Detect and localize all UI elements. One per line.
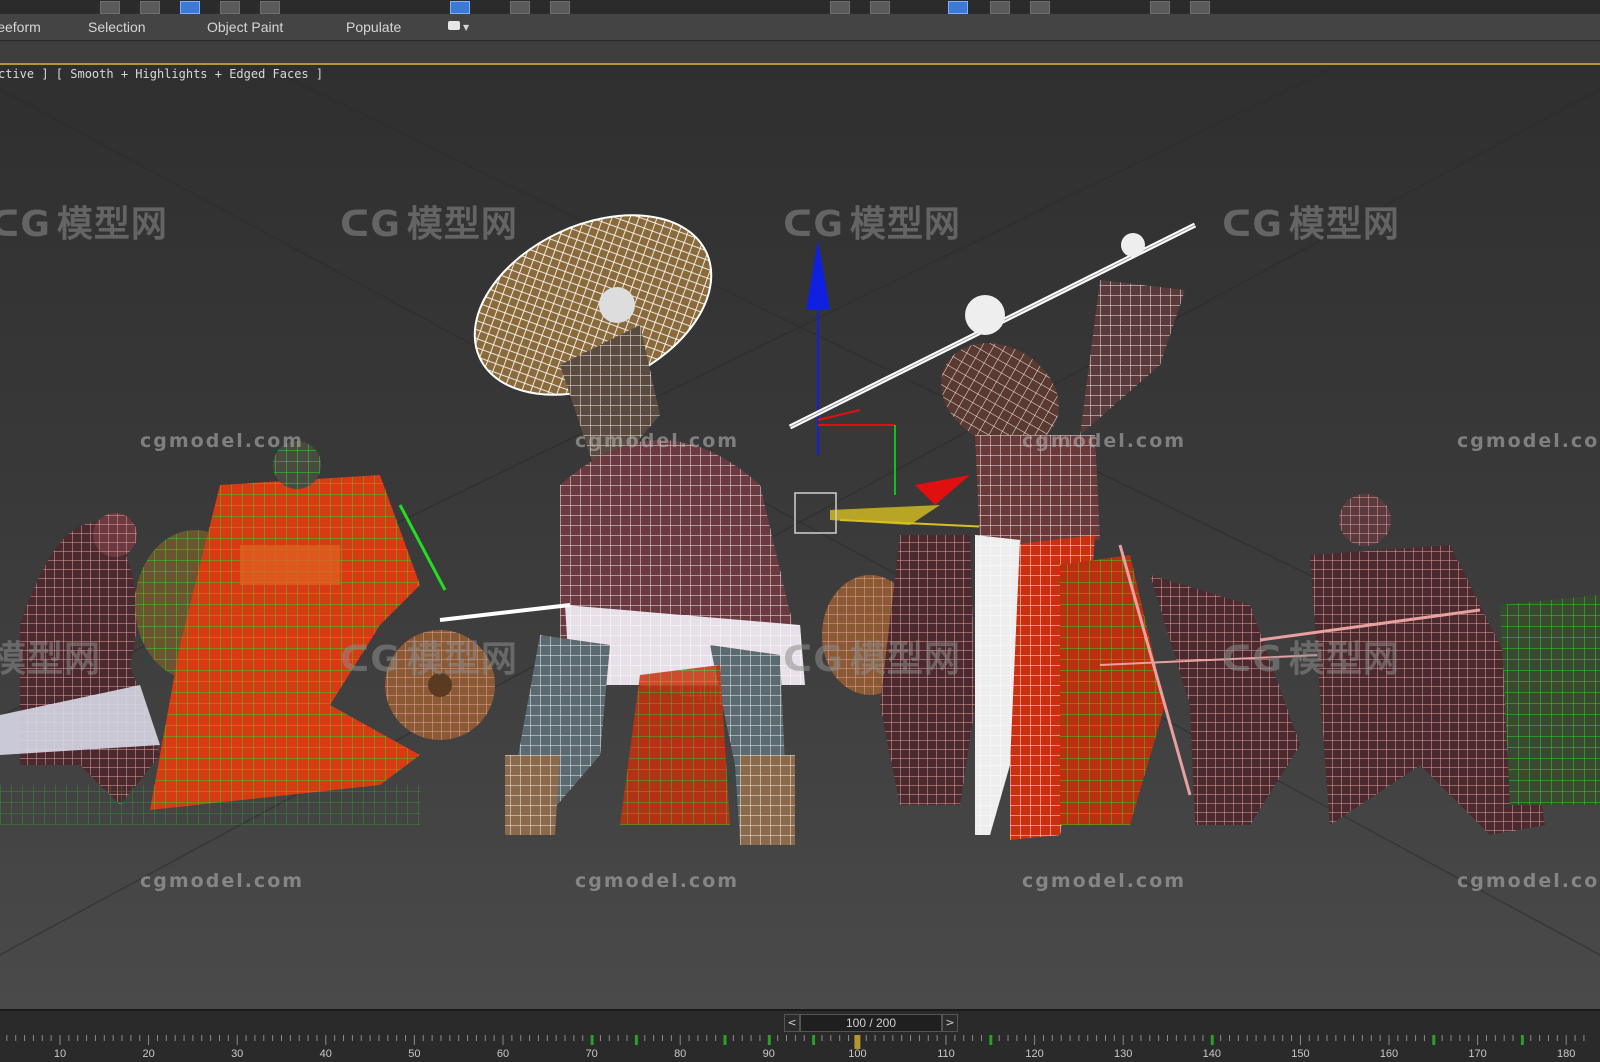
keyframe-marker[interactable] [1432,1035,1436,1045]
time-slider[interactable]: < 100 / 200 > [784,1014,958,1032]
timeline-tick-label: 70 [585,1048,597,1060]
watermark-url: cgmodel.com [575,430,740,452]
general-figure-green [135,441,447,810]
main-toolbar [0,0,1600,15]
tab-freeform[interactable]: Freeform [0,19,41,35]
select-scale-icon[interactable] [550,1,570,14]
watermark-logo: ᑕG 模型网 [1222,639,1400,680]
timeline-ruler[interactable]: 10 20 30 40 50 60 70 80 90 100 110 120 130 140 150 160 1… [0,1035,1600,1060]
timeline-tick-label: 90 [763,1048,775,1060]
keyframe-marker[interactable] [723,1035,727,1045]
select-move-icon[interactable] [450,1,470,14]
timeline-tick-label: 20 [142,1048,154,1060]
cg-logo-icon: ᑕG [783,639,844,680]
timeline-tick-label: 80 [674,1048,686,1060]
watermark-logo: ᑕG 模型网 [783,204,961,245]
timeline-tick-label: 160 [1380,1048,1398,1060]
soldier-figure-green-right [1060,555,1165,825]
watermark-logo: ᑕG 模型网 [340,204,518,245]
keyframe-marker[interactable] [634,1035,638,1045]
snaps-toggle-icon[interactable] [830,1,850,14]
render-setup-icon[interactable] [1150,1,1170,14]
soldier-figure-green-edge [1500,595,1600,805]
keyframe-marker[interactable] [1210,1035,1214,1045]
timeline-tick-label: 40 [320,1048,332,1060]
mirror-icon[interactable] [948,1,968,14]
watermark-logo: ᑕG 模型网 [1222,204,1400,245]
ribbon-tab-bar: Freeform Selection Object Paint Populate… [0,14,1600,41]
cg-logo-icon: ᑕG [783,204,844,245]
watermark-logo: ᑕG 模型网 [340,639,518,680]
tab-populate[interactable]: Populate [346,19,401,35]
ribbon-panel-collapsed [0,41,1600,65]
timeline-tick-label: 180 [1557,1048,1575,1060]
ribbon-options-dropdown[interactable]: ▼ [448,21,470,33]
cg-logo-icon: ᑕG [340,639,401,680]
watermark-url: cgmodel.com [575,870,740,892]
layer-explorer-icon[interactable] [1030,1,1050,14]
next-frame-button[interactable]: > [942,1014,958,1032]
watermark-url: cgmodel.com [1457,870,1600,892]
timeline-tick-label: 50 [408,1048,420,1060]
undo-icon[interactable] [100,1,120,14]
ribbon-options-icon [448,21,460,30]
timeline-tick-label: 150 [1291,1048,1309,1060]
perspective-viewport[interactable]: ctive ] [ Smooth + Highlights + Edged Fa… [0,65,1600,1009]
timeline-tick-label: 110 [937,1048,955,1060]
timeline-tick-label: 60 [497,1048,509,1060]
watermark-logo: ᑕG 模型网 [0,195,168,247]
select-object-icon[interactable] [180,1,200,14]
render-frame-icon[interactable] [1190,1,1210,14]
watermark-url: cgmodel.com [1022,430,1187,452]
select-by-name-icon[interactable] [220,1,240,14]
watermark-url: cgmodel.com [1022,870,1187,892]
tab-object-paint[interactable]: Object Paint [207,19,283,35]
cg-logo-icon: ᑕG [340,204,401,245]
current-frame-marker[interactable] [854,1035,861,1049]
watermark-url: cgmodel.com [1457,430,1600,452]
align-icon[interactable] [990,1,1010,14]
timeline-tick-label: 120 [1025,1048,1043,1060]
keyframe-marker[interactable] [989,1035,993,1045]
watermark-logo: 模型网 [0,639,102,680]
timeline-panel: < 100 / 200 > 10 20 30 40 50 60 70 80 90 100 110 12… [0,1009,1600,1062]
select-rotate-icon[interactable] [510,1,530,14]
keyframe-marker[interactable] [767,1035,771,1045]
cg-logo-icon: ᑕG [1222,639,1283,680]
time-slider-thumb[interactable]: 100 / 200 [800,1014,942,1032]
viewport-label[interactable]: ctive ] [ Smooth + Highlights + Edged Fa… [0,67,323,81]
timeline-tick-label: 140 [1203,1048,1221,1060]
timeline-tick-label: 170 [1468,1048,1486,1060]
timeline-tick-label: 10 [54,1048,66,1060]
keyframe-marker[interactable] [1520,1035,1524,1045]
cg-logo-icon: ᑕG [0,204,51,245]
rectangular-selection-icon[interactable] [260,1,280,14]
keyframe-marker[interactable] [812,1035,816,1045]
watermark-logo: ᑕG 模型网 [783,639,961,680]
tab-selection[interactable]: Selection [88,19,146,35]
timeline-tick-label: 130 [1114,1048,1132,1060]
timeline-tick-label: 30 [231,1048,243,1060]
chevron-down-icon: ▼ [463,23,470,32]
cg-logo-icon: ᑕG [1222,204,1283,245]
watermark-url: cgmodel.com [140,430,305,452]
watermark-url: cgmodel.com [140,870,305,892]
timeline-tick-label: 100 [848,1048,866,1060]
previous-frame-button[interactable]: < [784,1014,800,1032]
redo-icon[interactable] [140,1,160,14]
angle-snap-icon[interactable] [870,1,890,14]
selected-warrior-umbrella [439,214,805,845]
keyframe-marker[interactable] [590,1035,594,1045]
